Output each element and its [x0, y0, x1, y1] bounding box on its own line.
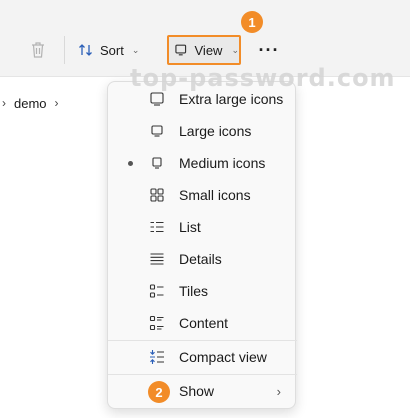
menu-item-label: Extra large icons [179, 91, 284, 107]
selected-indicator [128, 160, 133, 166]
see-more-button[interactable]: ··· [256, 38, 282, 62]
trash-icon [32, 42, 44, 58]
toolbar-divider [64, 36, 65, 64]
content-icon [149, 315, 165, 331]
large-icons-icon [149, 123, 165, 139]
view-button[interactable]: View ⌄ [167, 35, 241, 65]
monitor-icon [175, 44, 187, 56]
menu-item-label: Details [179, 251, 222, 267]
details-icon [149, 251, 165, 267]
menu-item-tiles[interactable]: Tiles [108, 275, 297, 307]
chevron-right-icon: › [276, 383, 281, 399]
menu-item-large-icons[interactable]: Large icons [108, 115, 297, 147]
menu-item-label: Large icons [179, 123, 252, 139]
menu-item-label: Small icons [179, 187, 251, 203]
list-icon [149, 219, 165, 235]
tiles-icon [149, 283, 165, 299]
medium-icons-icon [149, 155, 165, 171]
menu-item-content[interactable]: Content [108, 307, 297, 339]
compact-view-icon [149, 349, 165, 365]
sort-button[interactable]: Sort ⌄ [78, 37, 139, 63]
menu-item-compact-view[interactable]: Compact view [108, 341, 297, 373]
extra-large-icons-icon [149, 91, 165, 107]
menu-item-label: Medium icons [179, 155, 266, 171]
menu-item-label: List [179, 219, 201, 235]
menu-item-medium-icons[interactable]: Medium icons [108, 147, 297, 179]
menu-item-list[interactable]: List [108, 211, 297, 243]
breadcrumb-item-demo[interactable]: demo [14, 96, 47, 111]
menu-item-label: Tiles [179, 283, 209, 299]
chevron-down-icon: ⌄ [231, 44, 239, 55]
breadcrumb: › demo › [0, 92, 67, 114]
chevron-right-icon: › [54, 96, 59, 110]
sort-icon [79, 44, 92, 56]
menu-item-label: Content [179, 315, 229, 331]
menu-item-label: Show [179, 383, 215, 399]
menu-item-small-icons[interactable]: Small icons [108, 179, 297, 211]
watermark: top-password.com [130, 64, 396, 92]
menu-item-details[interactable]: Details [108, 243, 297, 275]
small-icons-icon [149, 187, 165, 203]
view-dropdown-menu: Extra large icons Large icons Medium ico… [107, 81, 297, 409]
chevron-down-icon: ⌄ [131, 44, 140, 55]
menu-item-show[interactable]: Show › [108, 375, 297, 407]
view-label: View [194, 42, 223, 58]
sort-label: Sort [100, 42, 124, 58]
step-badge-2: 2 [148, 381, 170, 403]
menu-item-label: Compact view [179, 349, 267, 365]
delete-button[interactable] [26, 38, 50, 62]
step-badge-1: 1 [241, 11, 263, 33]
chevron-right-icon: › [2, 96, 6, 110]
